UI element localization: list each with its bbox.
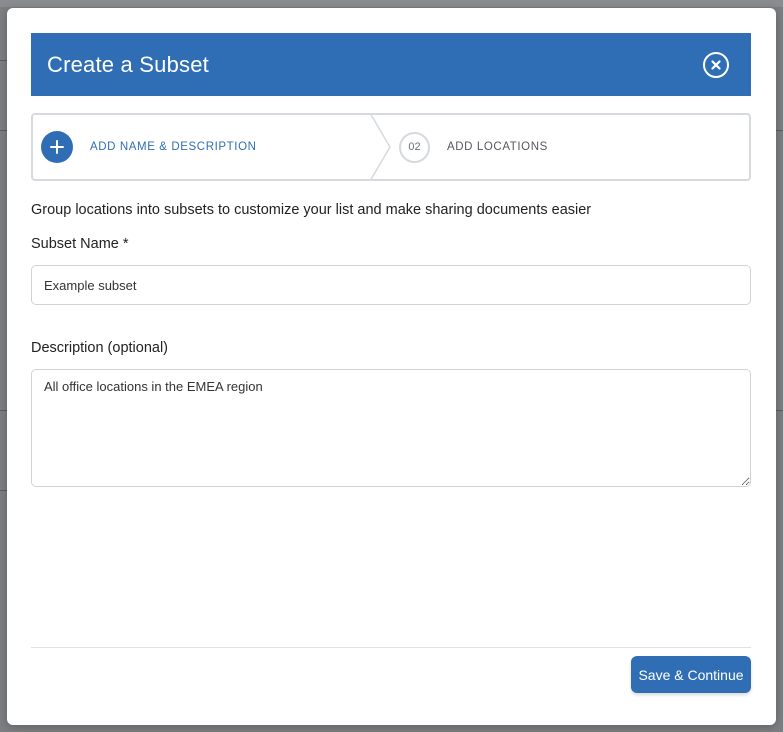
modal-header: Create a Subset [31,33,751,96]
background-divider [775,410,783,411]
description-label: Description (optional) [31,340,169,356]
wizard-stepper: ADD NAME & DESCRIPTION 02 ADD LOCATIONS [31,113,751,181]
intro-text: Group locations into subsets to customiz… [31,202,592,218]
footer-divider [31,647,751,648]
step-label: ADD NAME & DESCRIPTION [90,141,257,153]
step-add-name-description[interactable]: ADD NAME & DESCRIPTION [41,115,257,179]
step-number: 02 [399,131,430,163]
plus-icon [41,131,73,163]
step-add-locations[interactable]: 02 ADD LOCATIONS [399,115,548,179]
modal-title: Create a Subset [47,51,209,77]
description-textarea[interactable]: All office locations in the EMEA region [31,369,751,487]
save-continue-button[interactable]: Save & Continue [631,656,751,693]
background-divider [775,130,783,131]
background-app-topbar [0,0,783,7]
subset-name-label: Subset Name * [31,236,129,252]
step-separator-chevron [370,115,391,179]
step-label: ADD LOCATIONS [447,141,548,153]
close-icon[interactable] [703,52,729,78]
create-subset-modal: Create a Subset ADD NAME & DESCRIPTION 0… [7,8,776,725]
subset-name-input[interactable] [31,265,751,305]
